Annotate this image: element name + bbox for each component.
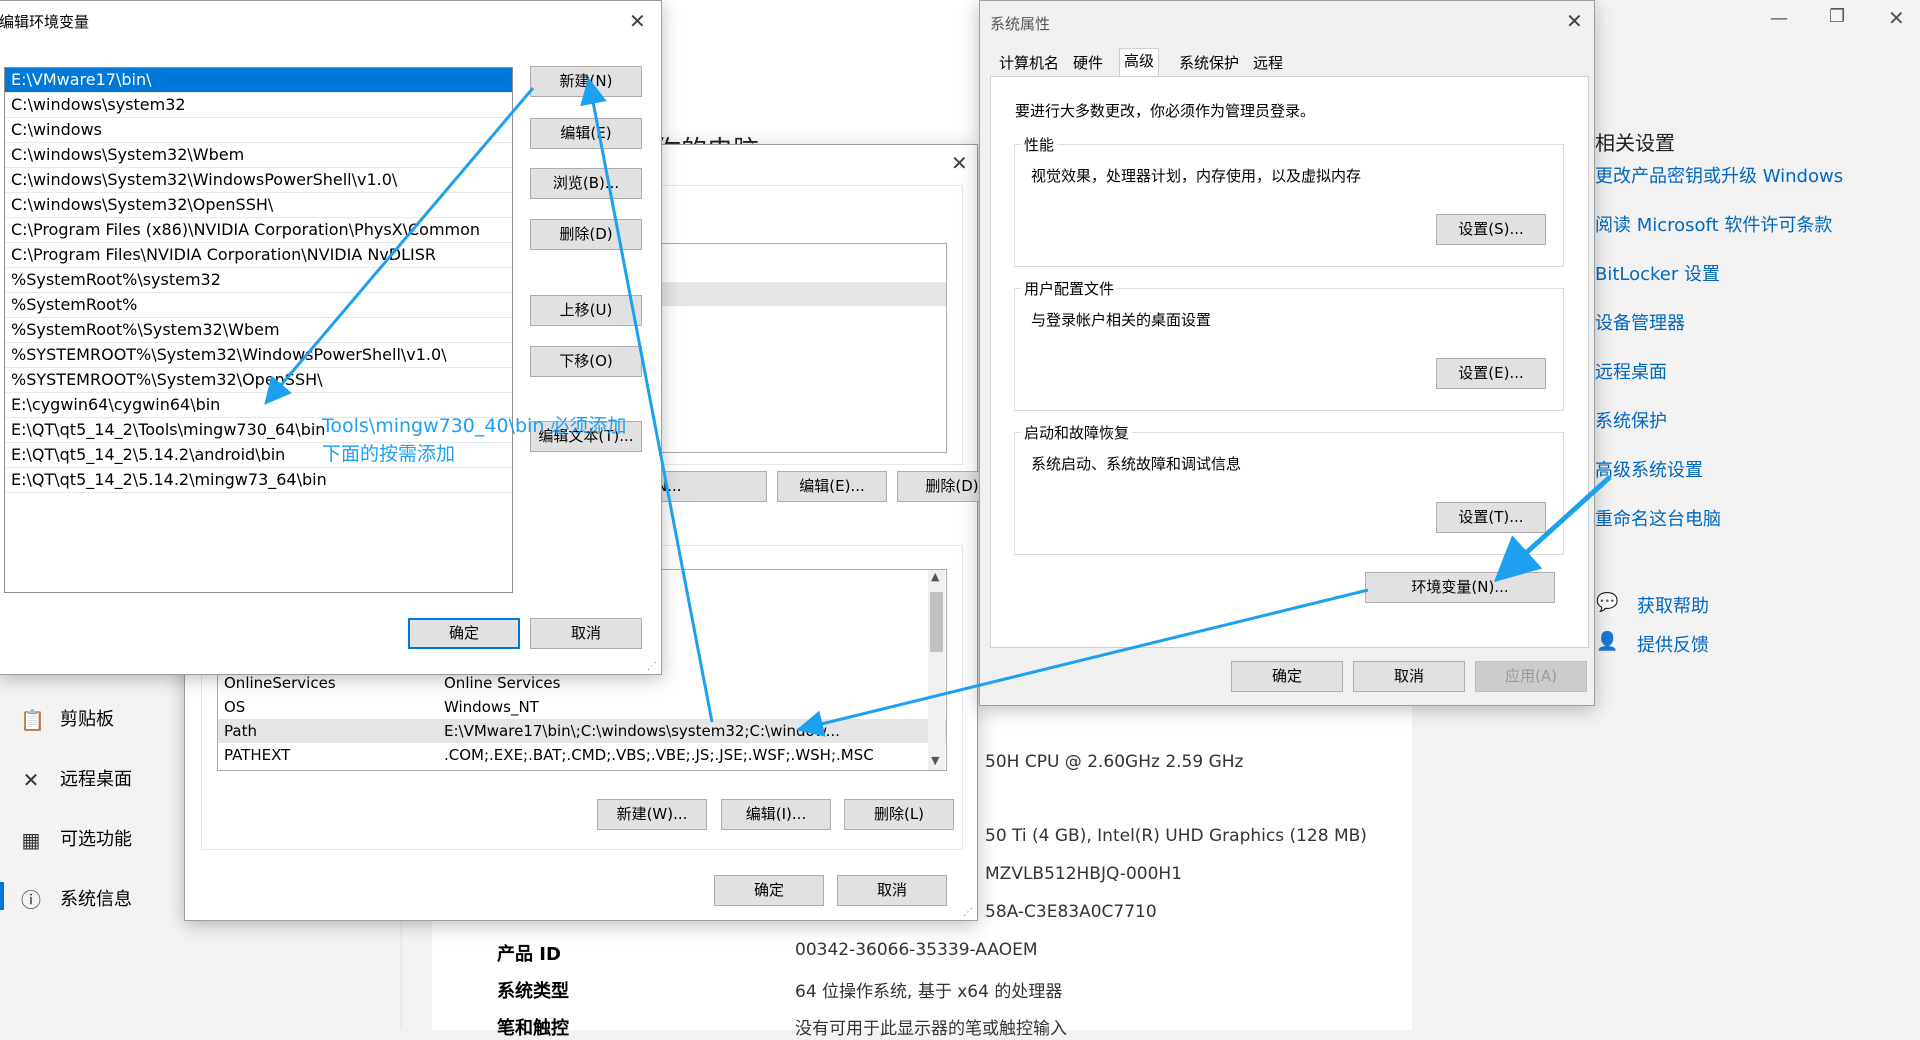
annotation-arrows bbox=[264, 77, 1612, 737]
arrow-to-env-button bbox=[1493, 475, 1612, 583]
arrow-to-new-button bbox=[580, 77, 714, 723]
arrow-to-mingw-path bbox=[264, 87, 535, 405]
arrow-to-path-row bbox=[796, 588, 1369, 737]
